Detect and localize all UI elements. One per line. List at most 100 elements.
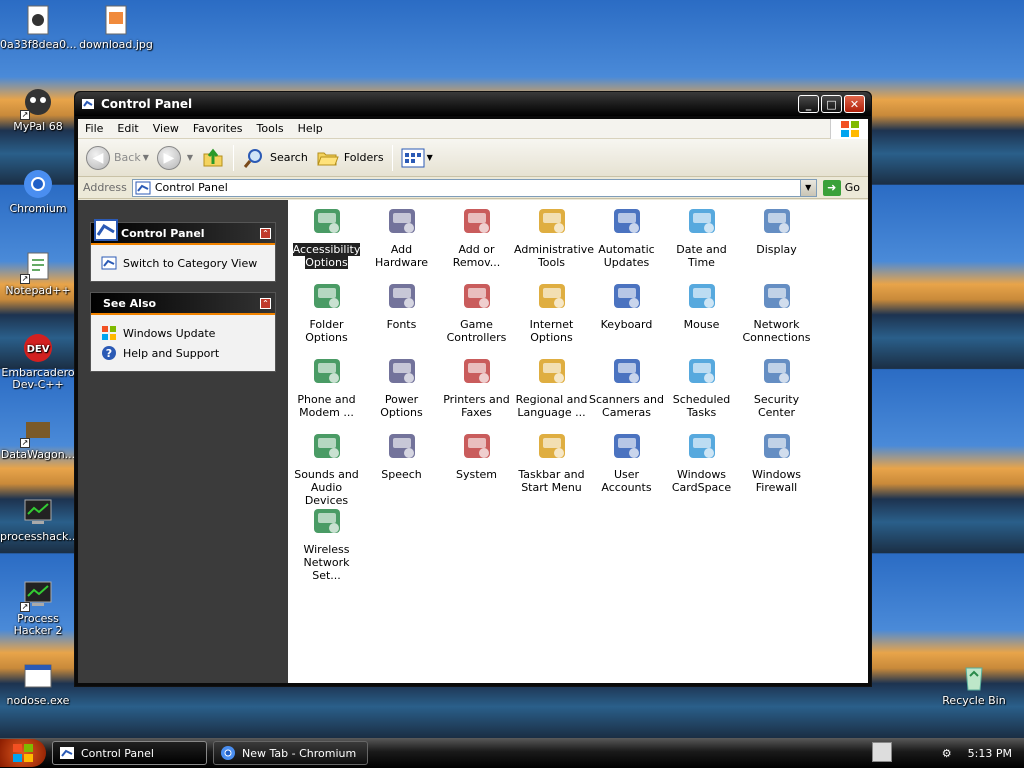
wireless-network-icon — [310, 504, 344, 538]
control-panel-pane-header[interactable]: Control Panel ⌃ — [91, 219, 275, 245]
control-panel-item[interactable]: Regional and Language ... — [514, 354, 589, 419]
svg-text:?: ? — [106, 347, 112, 360]
switch-category-view-label: Switch to Category View — [123, 256, 258, 270]
mouse-icon — [685, 279, 719, 313]
control-panel-item[interactable]: Taskbar and Start Menu — [514, 429, 589, 494]
desktop-icon-label: Process Hacker 2 — [13, 612, 63, 637]
taskbar-button-label: New Tab - Chromium — [242, 746, 357, 760]
windows-update-link[interactable]: Windows Update — [101, 323, 265, 343]
collapse-icon[interactable]: ⌃ — [260, 227, 271, 239]
control-panel-item-label: Administrative Tools — [514, 243, 595, 269]
control-panel-item[interactable]: Phone and Modem ... — [289, 354, 364, 419]
desktop-icon-datawagon[interactable]: ↗ DataWagon... — [0, 414, 76, 461]
control-panel-item[interactable]: Scheduled Tasks — [664, 354, 739, 419]
minimize-button[interactable]: _ — [798, 95, 819, 113]
control-panel-item[interactable]: Sounds and Audio Devices — [289, 429, 364, 507]
control-panel-item[interactable]: Windows CardSpace — [664, 429, 739, 494]
network-icon[interactable]: ⚙ — [942, 747, 952, 760]
menu-file[interactable]: File — [78, 122, 110, 135]
add-hardware-icon — [385, 204, 419, 238]
control-panel-small-icon — [135, 181, 151, 194]
menu-tools[interactable]: Tools — [250, 122, 291, 135]
control-panel-item[interactable]: Administrative Tools — [514, 204, 594, 269]
control-panel-item[interactable]: Security Center — [739, 354, 814, 419]
menu-favorites[interactable]: Favorites — [186, 122, 250, 135]
folders-button[interactable]: Folders — [312, 143, 388, 173]
notepadpp-icon: ↗ — [20, 250, 54, 284]
address-input[interactable]: Control Panel — [131, 178, 801, 197]
control-panel-item-label: Keyboard — [600, 318, 653, 331]
taskbar-button-chromium[interactable]: New Tab - Chromium — [213, 741, 368, 765]
desktop-icon-chromium[interactable]: Chromium — [0, 168, 76, 215]
control-panel-item[interactable]: Windows Firewall — [739, 429, 814, 494]
control-panel-item[interactable]: Internet Options — [514, 279, 589, 344]
control-panel-item[interactable]: User Accounts — [589, 429, 664, 494]
control-panel-icon — [82, 99, 94, 109]
desktop-icon-download[interactable]: download.jpg — [78, 4, 154, 51]
menu-view[interactable]: View — [146, 122, 186, 135]
menu-edit[interactable]: Edit — [110, 122, 145, 135]
views-dropdown-icon[interactable]: ▼ — [427, 153, 433, 162]
control-panel-item-label: System — [455, 468, 498, 481]
control-panel-item[interactable]: Game Controllers — [439, 279, 514, 344]
control-panel-item[interactable]: Power Options — [364, 354, 439, 419]
forward-button[interactable]: ▶ ▼ — [153, 143, 197, 173]
views-button[interactable]: ▼ — [397, 143, 437, 173]
address-dropdown-button[interactable]: ▼ — [800, 178, 817, 197]
control-panel-item[interactable]: Printers and Faxes — [439, 354, 514, 419]
taskbar-button-control-panel[interactable]: Control Panel — [52, 741, 207, 765]
desktop-icon-label: Notepad++ — [5, 284, 71, 297]
control-panel-item[interactable]: Speech — [364, 429, 439, 481]
windows-update-label: Windows Update — [123, 326, 216, 340]
control-panel-item[interactable]: Wireless Network Set... — [289, 504, 364, 582]
help-support-link[interactable]: ? Help and Support — [101, 343, 265, 363]
control-panel-item[interactable]: Fonts — [364, 279, 439, 331]
search-label: Search — [270, 151, 308, 164]
collapse-icon[interactable]: ⌃ — [260, 297, 271, 309]
control-panel-item[interactable]: Date and Time — [664, 204, 739, 269]
control-panel-item-label: User Accounts — [601, 468, 652, 494]
control-panel-item[interactable]: Scanners and Cameras — [589, 354, 664, 419]
control-panel-item[interactable]: System — [439, 429, 514, 481]
control-panel-item[interactable]: Keyboard — [589, 279, 664, 331]
clock[interactable]: 5:13 PM — [968, 747, 1012, 760]
toolbar-separator — [391, 144, 393, 171]
desktop-icon-notepadpp[interactable]: ↗ Notepad++ — [0, 250, 76, 297]
taskbar-button-label: Control Panel — [81, 746, 154, 760]
control-panel-item[interactable]: Folder Options — [289, 279, 364, 344]
control-panel-item[interactable]: Add Hardware — [364, 204, 439, 269]
control-panel-item[interactable]: Automatic Updates — [589, 204, 664, 269]
cardspace-icon — [685, 429, 719, 463]
back-arrow-icon: ◀ — [86, 145, 110, 170]
desktop-icon-recycle-bin[interactable]: Recycle Bin — [936, 660, 1012, 707]
processhacker-icon — [22, 496, 54, 528]
maximize-button[interactable]: □ — [821, 95, 842, 113]
system-tray: ⚙ 5:13 PM — [869, 738, 1024, 768]
control-panel-item[interactable]: Network Connections — [739, 279, 814, 344]
control-panel-item[interactable]: Add or Remov... — [439, 204, 514, 269]
close-button[interactable]: ✕ — [844, 95, 865, 113]
back-dropdown-icon[interactable]: ▼ — [143, 153, 149, 162]
desktop-icon-devcpp[interactable]: DEV Embarcadero Dev-C++ — [0, 332, 76, 391]
menu-help[interactable]: Help — [291, 122, 330, 135]
windows-logo-icon — [13, 744, 33, 762]
go-button[interactable]: ➜ Go — [817, 179, 868, 196]
desktop-icon-processhacker[interactable]: processhack... — [0, 496, 79, 543]
desktop-icon-processhacker2[interactable]: ↗ Process Hacker 2 — [0, 578, 76, 637]
control-panel-item[interactable]: Mouse — [664, 279, 739, 331]
switch-category-view-link[interactable]: Switch to Category View — [101, 253, 265, 273]
control-panel-item[interactable]: Accessibility Options — [289, 204, 364, 269]
back-button[interactable]: ◀ Back ▼ — [82, 143, 153, 173]
up-button[interactable] — [197, 143, 229, 173]
desktop-icon-nodose[interactable]: nodose.exe — [0, 660, 76, 707]
control-panel-item[interactable]: Display — [739, 204, 814, 256]
start-button[interactable] — [0, 739, 46, 767]
desktop-icon-mypal[interactable]: ↗ MyPal 68 — [0, 86, 76, 133]
forward-dropdown-icon[interactable]: ▼ — [187, 153, 193, 162]
window-title: Control Panel — [101, 97, 193, 111]
search-button[interactable]: Search — [238, 143, 312, 173]
desktop-icon-file[interactable]: 0a33f8dea0... — [0, 4, 77, 51]
title-bar[interactable]: Control Panel _ □ ✕ — [75, 92, 871, 116]
see-also-pane-header[interactable]: See Also ⌃ — [91, 293, 275, 315]
toolbar: ◀ Back ▼ ▶ ▼ Search Folders ▼ — [78, 139, 868, 177]
